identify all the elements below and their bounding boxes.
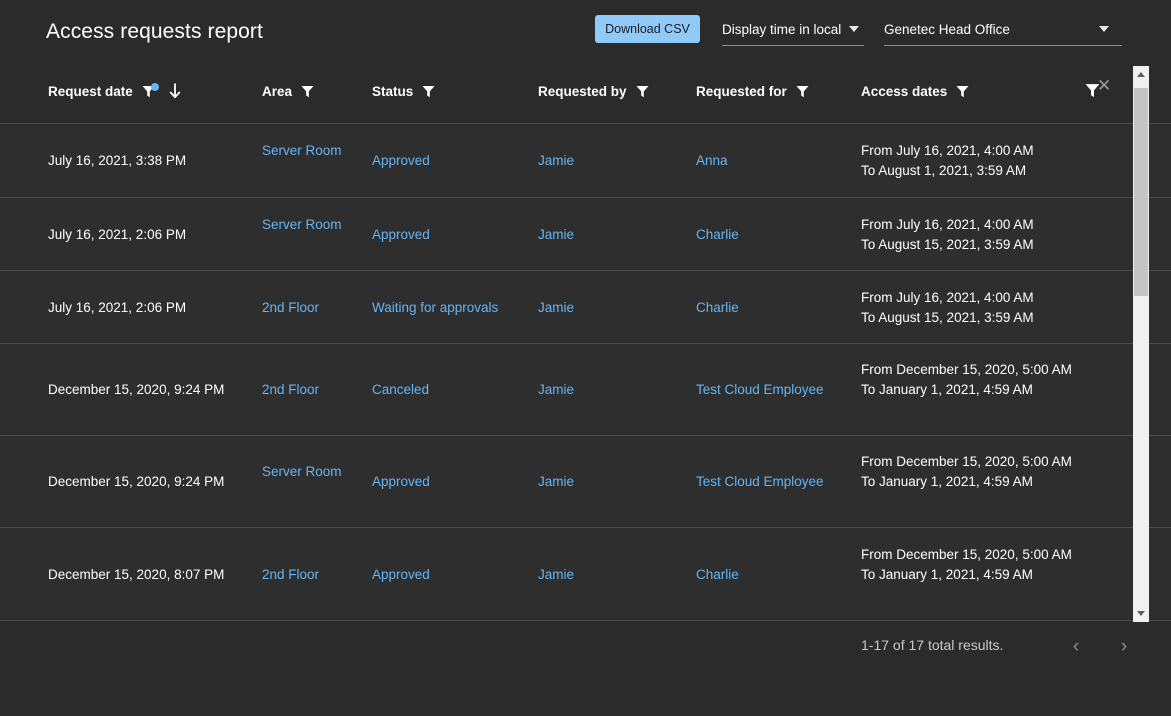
- results-count-label: 1-17 of 17 total results.: [861, 637, 1003, 653]
- chevron-down-icon: [1099, 26, 1109, 32]
- cell-requested-by[interactable]: Jamie: [538, 565, 678, 585]
- cell-area[interactable]: 2nd Floor: [262, 380, 352, 400]
- access-date-from: From December 15, 2020, 5:00 AM: [861, 545, 1106, 565]
- cell-status[interactable]: Approved: [372, 472, 522, 492]
- cell-area[interactable]: Server Room: [262, 215, 352, 235]
- cell-requested-by[interactable]: Jamie: [538, 298, 678, 318]
- access-date-to: To January 1, 2021, 4:59 AM: [861, 380, 1106, 400]
- column-header-label: Status: [372, 84, 413, 99]
- column-header-requested-for: Requested for: [696, 58, 851, 124]
- cell-status[interactable]: Approved: [372, 225, 522, 245]
- cell-access-dates: From December 15, 2020, 5:00 AMTo Januar…: [861, 545, 1106, 585]
- scroll-up-arrow-icon[interactable]: [1133, 66, 1149, 83]
- access-date-to: To August 15, 2021, 3:59 AM: [861, 308, 1106, 328]
- cell-requested-for[interactable]: Charlie: [696, 565, 851, 585]
- sort-descending-arrow-icon[interactable]: [168, 83, 182, 100]
- filter-funnel-icon[interactable]: [956, 85, 969, 98]
- filter-funnel-icon[interactable]: [636, 85, 649, 98]
- access-date-to: To August 15, 2021, 3:59 AM: [861, 235, 1106, 255]
- table-row[interactable]: July 16, 2021, 2:06 PM Server Room Approve…: [0, 198, 1171, 271]
- page-toolbar: Access requests report Download CSV Disp…: [0, 0, 1171, 58]
- column-header-label: Access dates: [861, 84, 947, 99]
- cell-requested-by[interactable]: Jamie: [538, 151, 678, 171]
- cell-requested-for[interactable]: Anna: [696, 151, 851, 171]
- access-date-to: To January 1, 2021, 4:59 AM: [861, 565, 1106, 585]
- close-icon: ✕: [1097, 77, 1111, 94]
- access-date-to: To August 1, 2021, 3:59 AM: [861, 161, 1106, 181]
- access-requests-table: Request date Area Status: [0, 58, 1171, 624]
- cell-access-dates: From December 15, 2020, 5:00 AMTo Januar…: [861, 360, 1106, 400]
- cell-area[interactable]: Server Room: [262, 141, 352, 161]
- cell-status[interactable]: Approved: [372, 565, 522, 585]
- cell-request-date: July 16, 2021, 2:06 PM: [48, 225, 248, 245]
- cell-request-date: July 16, 2021, 3:38 PM: [48, 151, 248, 171]
- clear-filters-button[interactable]: ✕: [1085, 58, 1111, 124]
- cell-access-dates: From December 15, 2020, 5:00 AMTo Januar…: [861, 452, 1106, 492]
- download-csv-button[interactable]: Download CSV: [595, 15, 700, 43]
- filter-funnel-icon[interactable]: [301, 85, 314, 98]
- cell-requested-for[interactable]: Charlie: [696, 225, 851, 245]
- cell-status[interactable]: Approved: [372, 151, 522, 171]
- column-header-status: Status: [372, 58, 522, 124]
- cell-request-date: July 16, 2021, 2:06 PM: [48, 298, 248, 318]
- filter-active-badge: [151, 83, 159, 91]
- cell-request-date: December 15, 2020, 8:07 PM: [48, 565, 248, 585]
- table-row[interactable]: December 15, 2020, 8:07 PM 2nd Floor Appro…: [0, 528, 1171, 621]
- access-date-from: From July 16, 2021, 4:00 AM: [861, 215, 1106, 235]
- cell-requested-by[interactable]: Jamie: [538, 472, 678, 492]
- column-header-access-dates: Access dates: [861, 58, 1106, 124]
- column-header-label: Area: [262, 84, 292, 99]
- next-page-button[interactable]: ›: [1110, 633, 1138, 661]
- scrollbar-thumb[interactable]: [1134, 88, 1148, 296]
- cell-area[interactable]: Server Room: [262, 462, 352, 482]
- table-scrollbar[interactable]: [1133, 66, 1149, 622]
- cell-requested-for[interactable]: Test Cloud Employee: [696, 380, 851, 400]
- cell-access-dates: From July 16, 2021, 4:00 AMTo August 15,…: [861, 215, 1106, 255]
- cell-area[interactable]: 2nd Floor: [262, 565, 352, 585]
- filter-funnel-icon[interactable]: [422, 85, 435, 98]
- column-header-request-date: Request date: [48, 58, 248, 124]
- display-time-select[interactable]: Display time in local: [722, 13, 864, 46]
- access-date-from: From July 16, 2021, 4:00 AM: [861, 288, 1106, 308]
- cell-status[interactable]: Canceled: [372, 380, 522, 400]
- previous-page-button[interactable]: ‹: [1062, 633, 1090, 661]
- site-select[interactable]: Genetec Head Office: [884, 13, 1122, 46]
- column-header-label: Requested by: [538, 84, 627, 99]
- table-footer: 1-17 of 17 total results. ‹ ›: [0, 624, 1171, 674]
- table-row[interactable]: December 15, 2020, 9:24 PM Server Room App…: [0, 436, 1171, 528]
- column-header-label: Request date: [48, 84, 133, 99]
- chevron-down-icon: [849, 26, 859, 32]
- cell-status[interactable]: Waiting for approvals: [372, 298, 522, 318]
- column-header-requested-by: Requested by: [538, 58, 678, 124]
- column-header-label: Requested for: [696, 84, 787, 99]
- table-row[interactable]: July 16, 2021, 2:06 PM 2nd Floor Waiting f…: [0, 271, 1171, 344]
- filter-funnel-icon[interactable]: [142, 85, 155, 98]
- table-row[interactable]: December 15, 2020, 9:24 PM 2nd Floor Cance…: [0, 344, 1171, 436]
- display-time-select-value: Display time in local: [722, 22, 841, 37]
- access-date-from: From December 15, 2020, 5:00 AM: [861, 360, 1106, 380]
- column-header-area: Area: [262, 58, 352, 124]
- scroll-down-arrow-icon[interactable]: [1133, 605, 1149, 622]
- access-requests-report-page: Access requests report Download CSV Disp…: [0, 0, 1171, 716]
- cell-requested-by[interactable]: Jamie: [538, 225, 678, 245]
- cell-request-date: December 15, 2020, 9:24 PM: [48, 472, 248, 492]
- table-body: July 16, 2021, 3:38 PM Server Room Approve…: [0, 124, 1171, 621]
- table-row[interactable]: July 16, 2021, 3:38 PM Server Room Approve…: [0, 124, 1171, 198]
- cell-area[interactable]: 2nd Floor: [262, 298, 352, 318]
- site-select-value: Genetec Head Office: [884, 22, 1010, 37]
- cell-request-date: December 15, 2020, 9:24 PM: [48, 380, 248, 400]
- clear-filters-icon: ✕: [1085, 80, 1111, 102]
- cell-access-dates: From July 16, 2021, 4:00 AMTo August 1, …: [861, 141, 1106, 181]
- cell-access-dates: From July 16, 2021, 4:00 AMTo August 15,…: [861, 288, 1106, 328]
- cell-requested-for[interactable]: Charlie: [696, 298, 851, 318]
- cell-requested-for[interactable]: Test Cloud Employee: [696, 472, 851, 492]
- cell-requested-by[interactable]: Jamie: [538, 380, 678, 400]
- table-header-row: Request date Area Status: [0, 58, 1171, 124]
- filter-funnel-icon[interactable]: [796, 85, 809, 98]
- access-date-from: From December 15, 2020, 5:00 AM: [861, 452, 1106, 472]
- access-date-to: To January 1, 2021, 4:59 AM: [861, 472, 1106, 492]
- page-title: Access requests report: [46, 20, 263, 44]
- access-date-from: From July 16, 2021, 4:00 AM: [861, 141, 1106, 161]
